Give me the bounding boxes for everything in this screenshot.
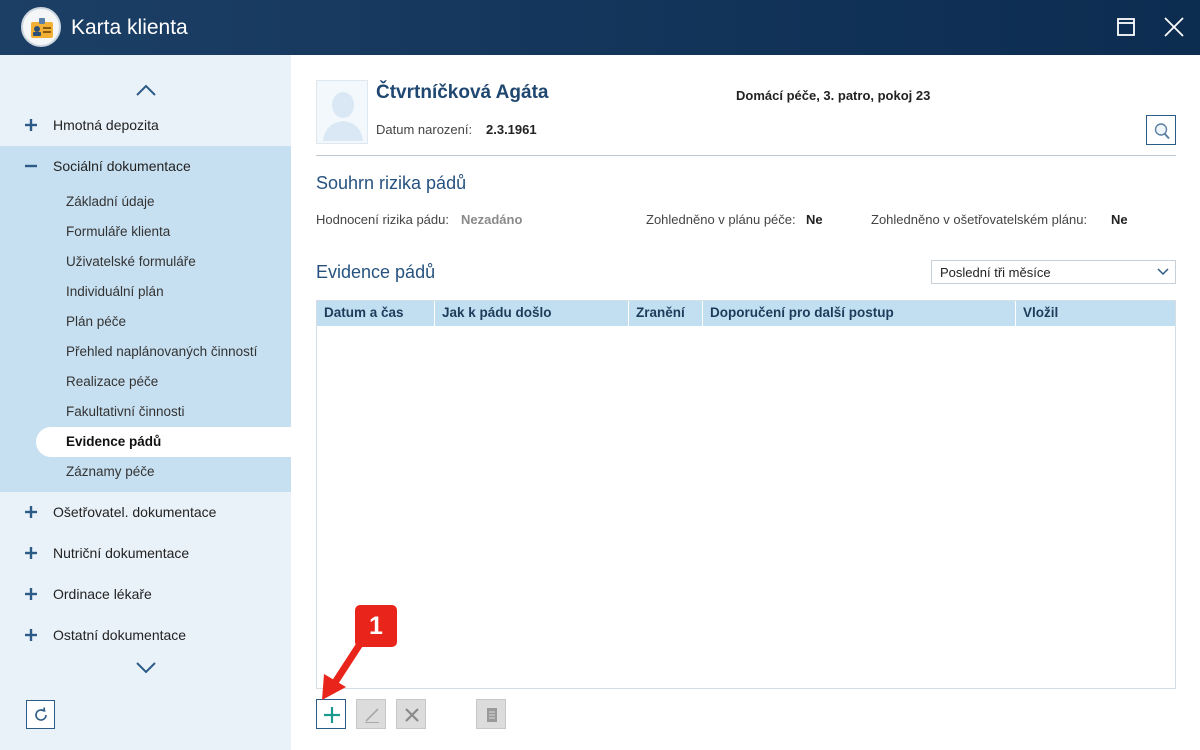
sidebar-item-label: Realizace péče xyxy=(66,374,159,389)
falls-table[interactable]: Datum a čas Jak k pádu došlo Zranění Dop… xyxy=(316,300,1176,689)
sidebar-group-label: Ostatní dokumentace xyxy=(53,627,187,643)
chevron-down-icon xyxy=(1157,268,1169,276)
sidebar-item-prehled-cinnosti[interactable]: Přehled naplánovaných činností xyxy=(36,337,291,367)
sidebar-group-label: Ošetřovatel. dokumentace xyxy=(53,504,217,520)
refresh-icon xyxy=(35,707,47,721)
sidebar-group-ostatni-dokumentace[interactable]: Ostatní dokumentace xyxy=(0,615,291,656)
column-header-doporuceni[interactable]: Doporučení pro další postup xyxy=(703,301,1016,326)
sidebar-item-label: Evidence pádů xyxy=(66,434,162,449)
client-avatar xyxy=(316,80,368,144)
sidebar-item-realizace-pece[interactable]: Realizace péče xyxy=(36,367,291,397)
sidebar-group-label: Nutriční dokumentace xyxy=(53,545,190,561)
sidebar-item-label: Uživatelské formuláře xyxy=(66,254,196,269)
annotation-arrow-icon xyxy=(322,640,364,700)
client-card-icon xyxy=(21,7,61,47)
sidebar-group-nutricni-dokumentace[interactable]: Nutriční dokumentace xyxy=(0,533,291,574)
edit-button[interactable] xyxy=(356,699,386,729)
column-header-jak[interactable]: Jak k pádu došlo xyxy=(435,301,629,326)
close-icon xyxy=(1164,17,1184,37)
window-title: Karta klienta xyxy=(71,16,188,39)
column-header-datum[interactable]: Datum a čas xyxy=(317,301,435,326)
header-divider xyxy=(316,155,1176,156)
scroll-up-button[interactable] xyxy=(134,82,158,98)
sidebar-item-label: Základní údaje xyxy=(66,194,155,209)
period-select[interactable]: Poslední tři měsíce xyxy=(931,260,1176,284)
sidebar-item-fakultativni-cinnosti[interactable]: Fakultativní činnosti xyxy=(36,397,291,427)
column-header-label: Vložil xyxy=(1023,305,1059,320)
refresh-button[interactable] xyxy=(26,700,55,729)
minus-icon xyxy=(25,164,37,168)
sidebar-item-zaznamy-pece[interactable]: Záznamy péče xyxy=(36,457,291,487)
sidebar-item-label: Formuláře klienta xyxy=(66,224,171,239)
sidebar-item-formulare-klienta[interactable]: Formuláře klienta xyxy=(36,217,291,247)
maximize-icon xyxy=(1117,18,1135,36)
sidebar-group-osetrovatel-dokumentace[interactable]: Ošetřovatel. dokumentace xyxy=(0,492,291,533)
nursing-plan-value: Ne xyxy=(1111,212,1128,227)
sidebar-group-label: Ordinace lékaře xyxy=(53,586,152,602)
column-header-label: Doporučení pro další postup xyxy=(710,305,894,320)
sidebar-item-label: Záznamy péče xyxy=(66,464,155,479)
pencil-icon xyxy=(365,708,379,723)
report-button[interactable] xyxy=(476,699,506,729)
sidebar-item-zakladni-udaje[interactable]: Základní údaje xyxy=(36,187,291,217)
x-icon xyxy=(405,708,419,722)
risk-assessment-value: Nezadáno xyxy=(461,212,523,227)
sidebar-item-label: Přehled naplánovaných činností xyxy=(66,344,258,359)
close-button[interactable] xyxy=(1162,15,1186,39)
sidebar-expanded-section: Sociální dokumentace Základní údaje Form… xyxy=(0,146,291,492)
plus-icon xyxy=(25,629,37,641)
sidebar-item-uzivatelske-formulare[interactable]: Uživatelské formuláře xyxy=(36,247,291,277)
sidebar-item-label: Plán péče xyxy=(66,314,127,329)
maximize-button[interactable] xyxy=(1114,15,1138,39)
sidebar: Hmotná depozita Sociální dokumentace Zák… xyxy=(0,55,291,750)
sidebar-item-plan-pece[interactable]: Plán péče xyxy=(36,307,291,337)
chevron-up-icon xyxy=(136,84,156,96)
plus-icon xyxy=(25,506,37,518)
dob-value: 2.3.1961 xyxy=(486,122,537,137)
document-icon xyxy=(487,708,497,722)
plus-icon xyxy=(25,119,37,131)
magnifier-icon xyxy=(1154,123,1170,140)
column-header-vlozil[interactable]: Vložil xyxy=(1016,301,1175,326)
column-header-label: Zranění xyxy=(636,305,685,320)
column-header-label: Datum a čas xyxy=(324,305,404,320)
client-location: Domácí péče, 3. patro, pokoj 23 xyxy=(736,88,931,103)
table-header: Datum a čas Jak k pádu došlo Zranění Dop… xyxy=(317,301,1175,326)
nursing-plan-label: Zohledněno v ošetřovatelském plánu: xyxy=(871,212,1088,227)
dob-label: Datum narození: xyxy=(376,122,473,137)
column-header-label: Jak k pádu došlo xyxy=(442,305,552,320)
scroll-down-button[interactable] xyxy=(134,660,158,676)
title-bar: Karta klienta xyxy=(0,0,1200,55)
search-button[interactable] xyxy=(1146,115,1176,145)
sidebar-item-individualni-plan[interactable]: Individuální plán xyxy=(36,277,291,307)
falls-title: Evidence pádů xyxy=(316,262,436,282)
delete-button[interactable] xyxy=(396,699,426,729)
add-button[interactable] xyxy=(316,699,346,729)
chevron-down-icon xyxy=(136,662,156,674)
column-header-zraneni[interactable]: Zranění xyxy=(629,301,703,326)
care-plan-label: Zohledněno v plánu péče: xyxy=(646,212,796,227)
sidebar-item-evidence-padu[interactable]: Evidence pádů xyxy=(36,427,291,457)
risk-assessment-label: Hodnocení rizika pádu: xyxy=(316,212,449,227)
annotation-number: 1 xyxy=(369,612,383,640)
client-name: Čtvrtníčková Agáta xyxy=(376,82,549,103)
care-plan-value: Ne xyxy=(806,212,823,227)
plus-icon xyxy=(324,707,340,723)
sidebar-group-socialni-dokumentace[interactable]: Sociální dokumentace xyxy=(0,146,291,187)
sidebar-group-ordinace-lekare[interactable]: Ordinace lékaře xyxy=(0,574,291,615)
person-silhouette-icon xyxy=(323,92,363,141)
plus-icon xyxy=(25,588,37,600)
sidebar-item-label: Fakultativní činnosti xyxy=(66,404,185,419)
sidebar-group-label: Sociální dokumentace xyxy=(53,158,191,174)
plus-icon xyxy=(25,547,37,559)
sidebar-item-label: Individuální plán xyxy=(66,284,164,299)
risk-summary-title: Souhrn rizika pádů xyxy=(316,173,467,193)
period-select-value: Poslední tři měsíce xyxy=(940,265,1051,280)
sidebar-group-label: Hmotná depozita xyxy=(53,117,159,133)
sidebar-group-hmotna-depozita[interactable]: Hmotná depozita xyxy=(0,105,291,146)
